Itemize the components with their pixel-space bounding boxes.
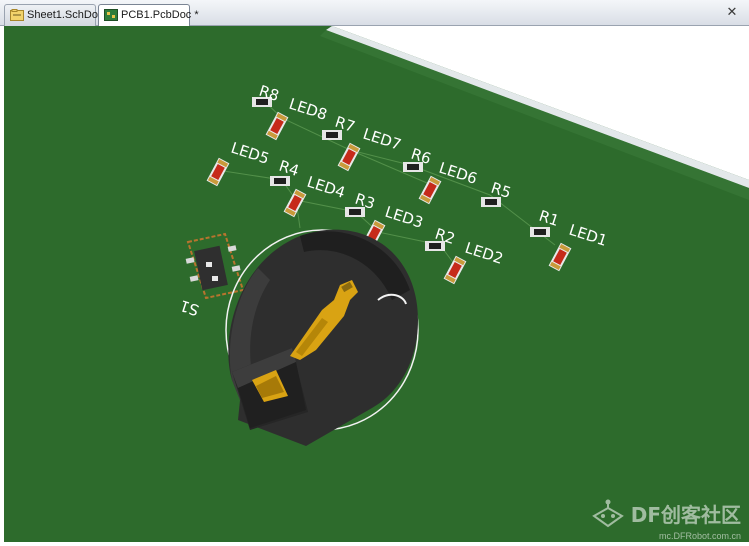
watermark-text: DF创客社区	[630, 502, 741, 527]
tab-sheet1-schdoc[interactable]: Sheet1.SchDoc	[4, 4, 103, 26]
tab-label: PCB1.PcbDoc *	[121, 9, 199, 21]
document-tab-bar: Sheet1.SchDoc PCB1.PcbDoc * ✕	[0, 0, 749, 26]
pcb-doc-icon	[104, 9, 118, 21]
resistor-r1	[530, 227, 550, 237]
pcb-3d-view[interactable]: R8 LED8 R7 LED7 R6 LED6 R5 LED5 R4 LED4 …	[0, 26, 749, 542]
tab-pcb1-pcbdoc[interactable]: PCB1.PcbDoc *	[98, 4, 199, 26]
tab-label: Sheet1.SchDoc	[27, 9, 104, 21]
resistor-r4	[270, 176, 290, 186]
robot-logo-icon	[591, 499, 624, 528]
close-icon[interactable]: ✕	[725, 6, 739, 20]
watermark: DF创客社区	[591, 498, 741, 528]
schematic-doc-icon	[10, 9, 24, 21]
pcb-board-svg: R8 LED8 R7 LED7 R6 LED6 R5 LED5 R4 LED4 …	[4, 26, 749, 542]
watermark-url: mc.DFRobot.com.cn	[658, 531, 741, 541]
